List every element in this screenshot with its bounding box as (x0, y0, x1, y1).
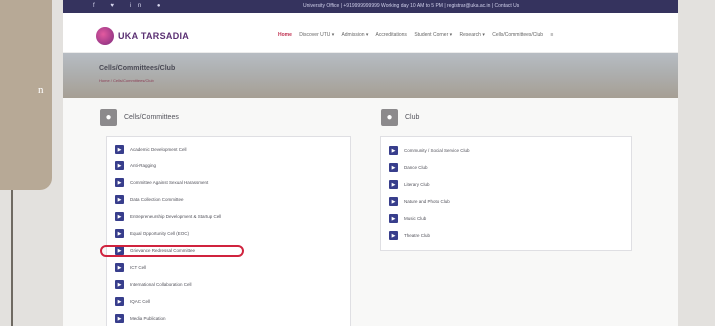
screen-frame: n f ♥ in ● University Office | +91999999… (0, 0, 715, 326)
square-bullet-icon: ▶ (115, 314, 124, 323)
page-title: Cells/Committees/Club (99, 65, 176, 72)
list-item-label: ICT Cell (130, 265, 147, 270)
site-header: UKA TARSADIA Home Discover UTU ▾ Admissi… (63, 13, 678, 53)
list-item[interactable]: ▶ Nature and Photo Club (389, 195, 450, 208)
list-item[interactable]: ▶ Theatre Club (389, 229, 430, 242)
social-icons[interactable]: f ♥ in ● (93, 3, 168, 9)
club-section-title: Club (405, 114, 420, 121)
nav-accreditations[interactable]: Accreditations (376, 32, 407, 38)
nav-student-corner[interactable]: Student Corner ▾ (414, 32, 452, 38)
breadcrumb[interactable]: Home / Cells/Committees/Club (99, 78, 154, 83)
list-item-label: Nature and Photo Club (404, 199, 450, 204)
club-list-card: ▶ Community / Social Service Club ▶ Danc… (380, 136, 632, 251)
list-item[interactable]: ▶ Academic Development Cell (115, 143, 187, 156)
group-icon: ● (100, 109, 117, 126)
list-item[interactable]: ▶ Entrepreneurship Development & Startup… (115, 210, 221, 223)
list-item[interactable]: ▶ Dance Club (389, 161, 428, 174)
list-item-label: Entrepreneurship Development & Startup C… (130, 214, 222, 219)
list-item-label: International Collaboration Cell (130, 282, 192, 287)
square-bullet-icon: ▶ (389, 197, 398, 206)
top-bar: f ♥ in ● University Office | +9199999999… (63, 0, 678, 13)
list-item-label: Data Collection Committee (130, 197, 184, 202)
list-item[interactable]: ▶ Anti-Ragging (115, 159, 156, 172)
list-item[interactable]: ▶ Music Club (389, 212, 426, 225)
square-bullet-icon: ▶ (389, 180, 398, 189)
list-item-label: Literary Club (404, 182, 430, 187)
logo-text: UKA TARSADIA (118, 31, 190, 41)
cells-section-head: ● Cells/Committees (100, 109, 179, 126)
cells-list-card: ▶ Academic Development Cell ▶ Anti-Raggi… (106, 136, 351, 326)
square-bullet-icon: ▶ (115, 280, 124, 289)
list-item-label: IQAC Cell (130, 299, 151, 304)
page-banner: Cells/Committees/Club Home / Cells/Commi… (63, 53, 678, 98)
list-item-label: Dance Club (404, 165, 428, 170)
square-bullet-icon: ▶ (115, 263, 124, 272)
side-panel-text: n (38, 84, 44, 96)
site-logo[interactable]: UKA TARSADIA (96, 27, 189, 45)
square-bullet-icon: ▶ (389, 214, 398, 223)
square-bullet-icon: ▶ (115, 212, 124, 221)
list-item[interactable]: ▶ IQAC Cell (115, 295, 150, 308)
list-item[interactable]: ▶ Data Collection Committee (115, 193, 184, 206)
nav-menu-icon[interactable]: ≡ (550, 32, 553, 38)
square-bullet-icon: ▶ (115, 195, 124, 204)
nav-discover[interactable]: Discover UTU ▾ (299, 32, 334, 38)
list-item-label: Theatre Club (404, 233, 431, 238)
side-panel: n (0, 0, 52, 190)
list-item-label: Anti-Ragging (130, 163, 157, 168)
list-item[interactable]: ▶ Media Publication (115, 312, 166, 325)
nav-research[interactable]: Research ▾ (460, 32, 485, 38)
contact-info: University Office | +919999999999 Workin… (303, 3, 520, 9)
web-page: f ♥ in ● University Office | +9199999999… (63, 0, 678, 326)
cells-section-title: Cells/Committees (124, 114, 179, 121)
list-item[interactable]: ▶ Committee Against Sexual Harassment (115, 176, 208, 189)
club-section-head: ● Club (381, 109, 419, 126)
list-item[interactable]: ▶ ICT Cell (115, 261, 146, 274)
square-bullet-icon: ▶ (115, 229, 124, 238)
side-rule (11, 190, 13, 326)
logo-icon (96, 27, 114, 45)
main-nav: Home Discover UTU ▾ Admission ▾ Accredit… (278, 32, 559, 38)
square-bullet-icon: ▶ (389, 146, 398, 155)
list-item-label: Media Publication (130, 316, 166, 321)
square-bullet-icon: ▶ (115, 161, 124, 170)
list-item-label: Academic Development Cell (130, 147, 187, 152)
nav-admission[interactable]: Admission ▾ (341, 32, 368, 38)
list-item-label: Equal Opportunity Cell (EOC) (130, 231, 190, 236)
square-bullet-icon: ▶ (389, 231, 398, 240)
square-bullet-icon: ▶ (115, 297, 124, 306)
square-bullet-icon: ▶ (115, 145, 124, 154)
nav-home[interactable]: Home (278, 32, 292, 38)
selection-highlight (100, 245, 244, 257)
list-item[interactable]: ▶ International Collaboration Cell (115, 278, 192, 291)
main-content: ● Cells/Committees ● Club ▶ Academic Dev… (63, 98, 678, 326)
nav-cells[interactable]: Cells/Committees/Club (492, 32, 543, 38)
list-item[interactable]: ▶ Community / Social Service Club (389, 144, 470, 157)
list-item-label: Committee Against Sexual Harassment (130, 180, 209, 185)
square-bullet-icon: ▶ (115, 178, 124, 187)
list-item[interactable]: ▶ Equal Opportunity Cell (EOC) (115, 227, 189, 240)
list-item-label: Community / Social Service Club (404, 148, 470, 153)
square-bullet-icon: ▶ (389, 163, 398, 172)
list-item-label: Music Club (404, 216, 427, 221)
group-icon: ● (381, 109, 398, 126)
list-item[interactable]: ▶ Literary Club (389, 178, 430, 191)
